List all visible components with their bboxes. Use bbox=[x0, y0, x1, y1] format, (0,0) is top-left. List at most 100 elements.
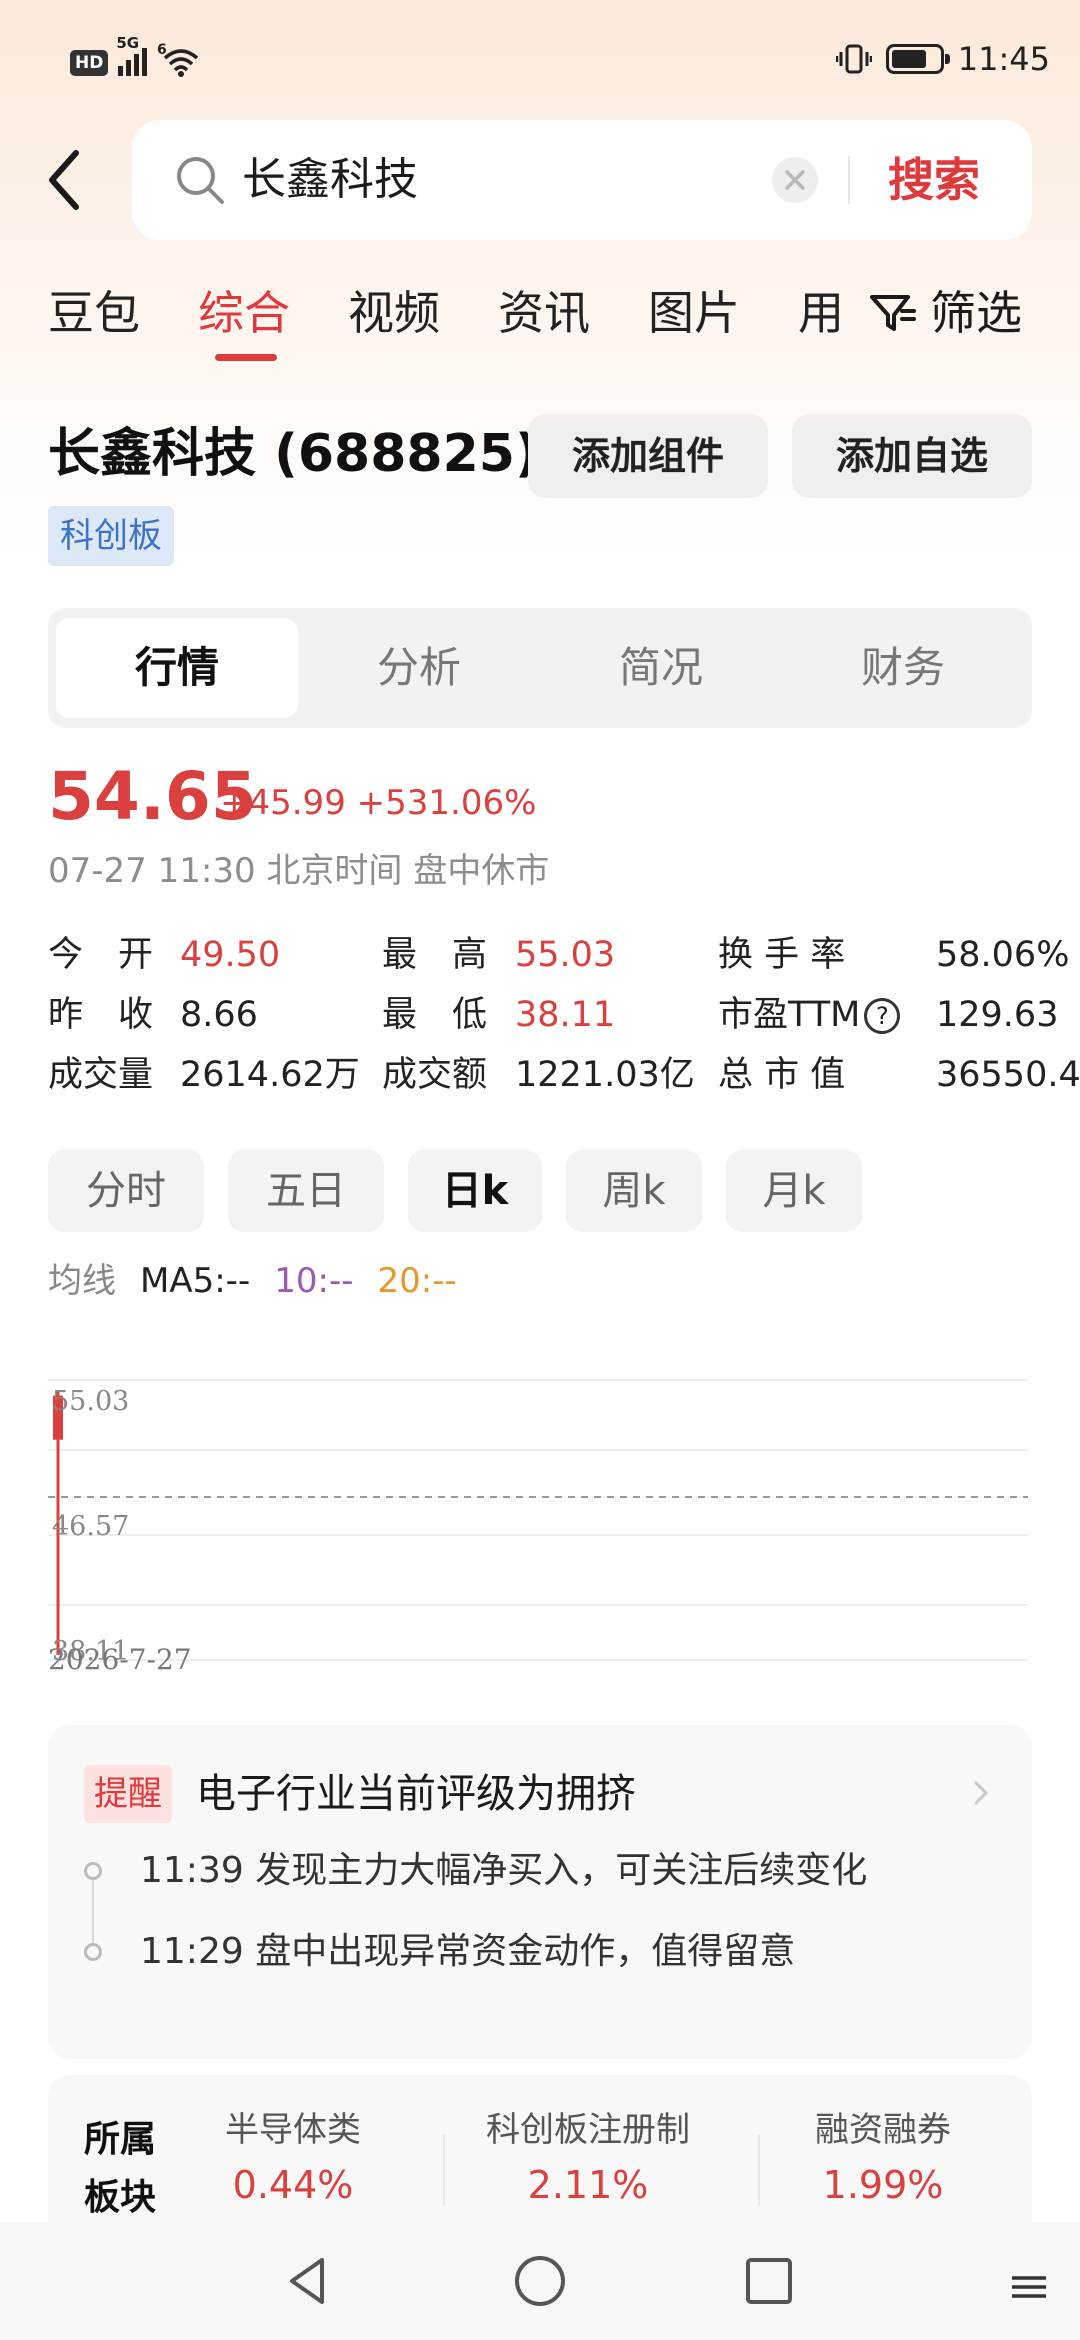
search-divider bbox=[848, 156, 850, 204]
prev-close-value: 8.66 bbox=[180, 995, 258, 1035]
tab-financials[interactable]: 财务 bbox=[782, 618, 1024, 718]
nav-back-icon[interactable] bbox=[278, 2250, 340, 2312]
change-percent: +531.06% bbox=[356, 783, 537, 823]
filter-icon bbox=[870, 295, 916, 331]
pe-value: 129.63 bbox=[936, 995, 1059, 1035]
tab-analysis[interactable]: 分析 bbox=[298, 618, 540, 718]
filter-label: 筛选 bbox=[930, 286, 1022, 340]
add-watchlist-button[interactable]: 添加自选 bbox=[792, 414, 1032, 498]
wifi-icon: 6 bbox=[157, 42, 199, 77]
search-box[interactable]: 长鑫科技 搜索 bbox=[132, 120, 1032, 240]
period-monthly[interactable]: 月k bbox=[726, 1150, 862, 1232]
ma20-value: 20:-- bbox=[377, 1261, 457, 1301]
alert-item[interactable]: 11:39 发现主力大幅净买入，可关注后续变化 bbox=[140, 1845, 867, 1897]
clear-search-button[interactable] bbox=[772, 157, 818, 203]
close-icon bbox=[785, 170, 805, 190]
sector-change: 0.44% bbox=[232, 2163, 354, 2207]
mktcap-label: 总 市 值 bbox=[718, 1055, 846, 1095]
sector-change: 2.11% bbox=[527, 2163, 649, 2207]
timeline-dot bbox=[84, 1943, 102, 1961]
battery-icon bbox=[885, 44, 950, 74]
tab-quote[interactable]: 行情 bbox=[56, 618, 298, 718]
chevron-left-icon bbox=[49, 150, 79, 210]
status-bar: HD 5G 6 11:45 bbox=[0, 0, 1080, 120]
active-tab-indicator bbox=[215, 354, 277, 361]
menu-icon[interactable] bbox=[1008, 2270, 1050, 2304]
price-change: +45.99 +531.06% bbox=[220, 778, 536, 828]
mktcap-value: 36550.40 bbox=[936, 1055, 1080, 1095]
low-label: 最 低 bbox=[382, 995, 488, 1035]
high-label: 最 高 bbox=[382, 935, 488, 975]
tab-images[interactable]: 图片 bbox=[648, 278, 740, 348]
segment-tabs: 行情 分析 简况 财务 bbox=[48, 608, 1032, 728]
divider bbox=[758, 2135, 760, 2205]
mktcap-clip: 36550.40 bbox=[936, 1050, 1080, 1100]
back-button[interactable] bbox=[40, 145, 90, 215]
search-button[interactable]: 搜索 bbox=[888, 150, 980, 210]
nav-recents-icon[interactable] bbox=[738, 2250, 800, 2312]
board-badge: 科创板 bbox=[48, 506, 174, 566]
sector-change: 1.99% bbox=[822, 2163, 944, 2207]
network-type: 5G bbox=[116, 34, 140, 52]
y-tick-label: 55.03 bbox=[52, 1386, 129, 1417]
help-icon[interactable]: ? bbox=[864, 998, 901, 1034]
cell-signal-icon: 5G bbox=[116, 34, 148, 76]
nav-home-icon[interactable] bbox=[509, 2250, 571, 2312]
turnover-label: 换 手 率 bbox=[718, 935, 846, 975]
timeline-dot bbox=[84, 1862, 102, 1880]
status-left: HD 5G 6 bbox=[70, 34, 199, 77]
sector-name: 科创板注册制 bbox=[486, 2110, 690, 2150]
tab-video[interactable]: 视频 bbox=[348, 278, 440, 348]
tab-partial[interactable]: 用 bbox=[798, 278, 844, 348]
ma-legend: 均线 MA5:-- 10:-- 20:-- bbox=[48, 1256, 457, 1306]
amount-value: 1221.03亿 bbox=[515, 1055, 695, 1095]
period-5day[interactable]: 五日 bbox=[228, 1150, 384, 1232]
period-intraday[interactable]: 分时 bbox=[48, 1150, 204, 1232]
alert-title: 电子行业当前评级为拥挤 bbox=[196, 1771, 636, 1817]
sector-item[interactable]: 融资融券 1.99% bbox=[778, 2105, 988, 2215]
quote-time: 07-27 11:30 北京时间 盘中休市 bbox=[48, 851, 550, 891]
volume-value: 2614.62万 bbox=[180, 1055, 360, 1095]
kline-chart[interactable]: 55.03 46.57 38.11 bbox=[48, 1360, 1032, 1680]
prev-close-label: 昨 收 bbox=[48, 995, 154, 1035]
sector-card: 所属 板块 半导体类 0.44% 科创板注册制 2.11% 融资融券 1.99% bbox=[48, 2075, 1032, 2235]
sector-label: 所属 板块 bbox=[84, 2111, 156, 2227]
change-value: +45.99 bbox=[220, 783, 346, 823]
pe-label: 市盈TTM? bbox=[718, 990, 901, 1040]
sector-label-line1: 所属 bbox=[84, 2119, 157, 2160]
stock-title: 长鑫科技 (688825) bbox=[48, 424, 539, 484]
clock: 11:45 bbox=[957, 40, 1050, 78]
navigation-bar bbox=[0, 2222, 1080, 2340]
pe-label-text: 市盈TTM bbox=[718, 995, 861, 1035]
tab-doubao[interactable]: 豆包 bbox=[48, 278, 140, 348]
sector-item[interactable]: 半导体类 0.44% bbox=[198, 2105, 388, 2215]
alert-card[interactable]: 提醒 电子行业当前评级为拥挤 11:39 发现主力大幅净买入，可关注后续变化 1… bbox=[48, 1725, 1032, 2059]
sector-name: 半导体类 bbox=[225, 2110, 361, 2150]
period-daily[interactable]: 日k bbox=[408, 1150, 542, 1232]
high-value: 55.03 bbox=[515, 935, 616, 975]
open-label: 今 开 bbox=[48, 935, 154, 975]
alert-item[interactable]: 11:29 盘中出现异常资金动作，值得留意 bbox=[140, 1926, 795, 1978]
open-value: 49.50 bbox=[180, 935, 281, 975]
sector-item[interactable]: 科创板注册制 2.11% bbox=[468, 2105, 708, 2215]
vibrate-icon bbox=[835, 42, 873, 76]
filter-button[interactable]: 筛选 bbox=[868, 278, 1022, 348]
ma5-value: MA5:-- bbox=[140, 1261, 251, 1301]
add-widget-button[interactable]: 添加组件 bbox=[528, 414, 768, 498]
tab-profile[interactable]: 简况 bbox=[540, 618, 782, 718]
status-right: 11:45 bbox=[835, 40, 1050, 78]
period-weekly[interactable]: 周k bbox=[566, 1150, 702, 1232]
search-input[interactable]: 长鑫科技 bbox=[242, 150, 418, 210]
hd-badge: HD bbox=[70, 50, 109, 76]
ma-label: 均线 bbox=[48, 1261, 116, 1301]
low-value: 38.11 bbox=[515, 995, 616, 1035]
x-tick-label: 2026-7-27 bbox=[48, 1643, 192, 1676]
tab-general[interactable]: 综合 bbox=[198, 278, 290, 348]
amount-label: 成交额 bbox=[382, 1055, 488, 1095]
y-tick-label: 46.57 bbox=[52, 1511, 129, 1542]
tab-news[interactable]: 资讯 bbox=[498, 278, 590, 348]
divider bbox=[443, 2135, 445, 2205]
sector-name: 融资融券 bbox=[815, 2110, 951, 2150]
ma10-value: 10:-- bbox=[274, 1261, 354, 1301]
sector-label-line2: 板块 bbox=[84, 2177, 157, 2218]
